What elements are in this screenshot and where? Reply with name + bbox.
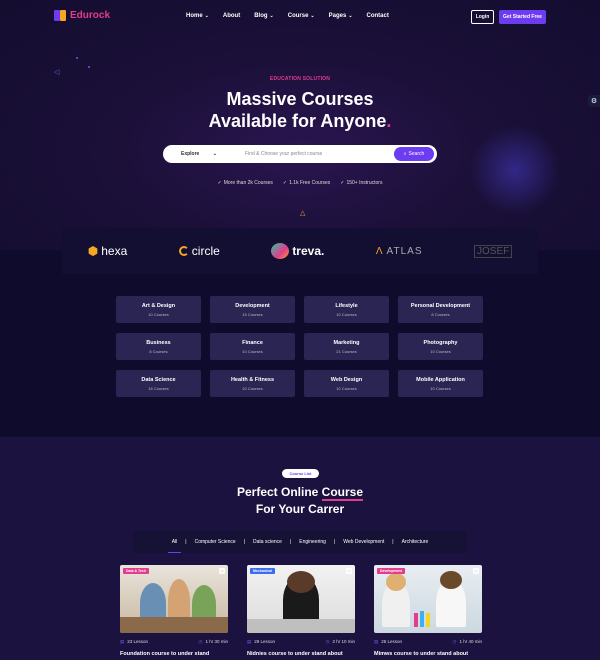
book-logo-icon (54, 10, 66, 21)
category-card[interactable]: Health & Fitness 10 Courses (210, 370, 295, 397)
nav-item-contact[interactable]: Contact (367, 13, 389, 19)
brand-logo-circle: circle (178, 244, 220, 258)
chevron-down-icon: ⌄ (310, 13, 315, 19)
dot-decoration (76, 57, 78, 59)
category-card[interactable]: Data Science 16 Courses (116, 370, 201, 397)
login-button[interactable]: Login (471, 10, 494, 24)
logo[interactable]: Edurock (54, 10, 110, 21)
course-section-title: Perfect Online Course For Your Carrer (236, 485, 364, 516)
course-thumbnail[interactable]: Data & Tech ♡ (120, 565, 228, 633)
check-icon: ✓ (217, 180, 222, 186)
brand-logo-josef: JOSEF (474, 244, 513, 258)
bookmark-icon[interactable]: ♡ (473, 568, 479, 574)
course-cards: Data & Tech ♡ ▤ 23 Lesson ◷ 1 hr 30 min Fo… (120, 565, 482, 660)
course-meta: ▤ 25 Lesson ◷ 1 hr 40 min (374, 639, 482, 644)
check-icon: ✓ (282, 180, 288, 186)
decorative-glow (470, 125, 560, 215)
clock-icon: ◷ (325, 639, 330, 644)
book-icon: ▤ (374, 639, 379, 644)
explore-select[interactable]: Explore ⌄ (181, 151, 217, 157)
clock-icon: ◷ (452, 639, 457, 644)
category-tag: Mechanical (250, 568, 275, 574)
triangle-decoration-icon: △ (300, 210, 306, 217)
hero-stats: ✓ More than 2k Courses ✓ 1.1k Free Courses… (0, 180, 600, 186)
course-card[interactable]: Mechanical ♡ ▤ 29 Lesson ◷ 2 hr 10 min Nid… (247, 565, 355, 660)
category-card[interactable]: Personal Development 8 Courses (398, 296, 483, 323)
divider: | (392, 539, 394, 545)
course-list-badge: Course List (282, 469, 319, 478)
category-card[interactable]: Finance 10 Courses (210, 333, 295, 360)
nav-item-home[interactable]: Home ⌄ (186, 13, 209, 19)
hexagon-icon: ⬢ (87, 244, 99, 258)
category-card[interactable]: Business 8 Courses (116, 333, 201, 360)
category-card[interactable]: Photography 10 Courses (398, 333, 483, 360)
a-mark-icon: Λ (375, 245, 384, 257)
nav-item-pages[interactable]: Pages ⌄ (329, 13, 353, 19)
main-nav: Home ⌄ About Blog ⌄ Course ⌄ Pages ⌄ Contact (186, 13, 389, 19)
bookmark-icon[interactable]: ♡ (219, 568, 225, 574)
dot-decoration (88, 66, 90, 68)
tab-engineering[interactable]: Engineering (299, 539, 326, 545)
brand-logo-treva: treva. (271, 243, 324, 259)
divider: | (289, 539, 292, 545)
bookmark-icon[interactable]: ♡ (346, 568, 352, 574)
check-icon: ✓ (340, 180, 345, 186)
tab-architecture[interactable]: Architecture (402, 539, 429, 545)
tab-all[interactable]: All (167, 539, 181, 553)
course-thumbnail[interactable]: Development ♡ (374, 565, 482, 633)
circle-icon (178, 246, 189, 256)
triangle-decoration-icon: ◁ (54, 69, 60, 76)
category-card[interactable]: Web Design 10 Courses (304, 370, 389, 397)
brand-logo-atlas: Λ ATLAS (375, 245, 423, 257)
course-meta: ▤ 29 Lesson ◷ 2 hr 10 min (247, 639, 355, 644)
tab-computer-science[interactable]: Computer Science (195, 539, 236, 545)
divider: | (333, 539, 336, 545)
category-card[interactable]: Mobile Application 10 Courses (398, 370, 483, 397)
course-title[interactable]: Foundation course to under stand (120, 651, 228, 657)
category-grid: Art & Design 10 Courses Development 15 Cou… (116, 296, 485, 397)
course-card[interactable]: Data & Tech ♡ ▤ 23 Lesson ◷ 1 hr 30 min Fo… (120, 565, 228, 660)
course-title[interactable]: Nidnies course to under stand about (247, 651, 355, 657)
course-thumbnail[interactable]: Mechanical ♡ (247, 565, 355, 633)
tab-web-development[interactable]: Web Development (343, 539, 384, 545)
nav-item-about[interactable]: About (223, 13, 240, 19)
category-card[interactable]: Marketing 21 Courses (304, 333, 389, 360)
site-header: Edurock Home ⌄ About Blog ⌄ Course ⌄ Pages ⌄… (0, 0, 600, 34)
course-title[interactable]: Mimws course to under stand about (374, 651, 482, 657)
chevron-down-icon: ⌄ (269, 13, 274, 19)
tab-data-science[interactable]: Data science (253, 539, 282, 545)
category-card[interactable]: Art & Design 10 Courses (116, 296, 201, 323)
brand-logo-hexa: ⬢ hexa (87, 244, 128, 258)
chevron-down-icon: ⌄ (348, 13, 353, 19)
stat-item: ✓ 1.1k Free Courses (282, 180, 331, 186)
chevron-down-icon: ⌄ (204, 13, 209, 19)
brand-logos-strip: ⬢ hexa circle treva. Λ ATLAS JOSEF (62, 228, 538, 274)
chevron-down-icon: ⌄ (212, 151, 217, 157)
category-card[interactable]: Lifestyle 10 Courses (304, 296, 389, 323)
hero-title: Massive Courses Available for Anyone. (208, 89, 392, 131)
course-meta: ▤ 23 Lesson ◷ 1 hr 30 min (120, 639, 228, 644)
divider: | (185, 539, 187, 545)
divider: | (243, 539, 246, 545)
search-icon: ⌕ (403, 151, 407, 157)
course-search-bar: Explore ⌄ Find & Choose your perfect cou… (163, 145, 437, 163)
search-button[interactable]: ⌕ Search (394, 147, 434, 161)
nav-item-blog[interactable]: Blog ⌄ (254, 13, 274, 19)
book-icon: ▤ (247, 639, 252, 644)
get-started-button[interactable]: Get Started Free (499, 10, 546, 24)
stat-item: ✓ 150+ Instructors (340, 180, 383, 186)
category-tag: Data & Tech (123, 568, 149, 574)
clock-icon: ◷ (198, 639, 203, 644)
category-tag: Development (377, 568, 405, 574)
hero-eyebrow: EDUCATION SOLUTION (269, 76, 331, 82)
search-input[interactable]: Find & Choose your perfect course (245, 151, 394, 157)
stat-item: ✓ More than 2k Courses (217, 180, 273, 186)
course-card[interactable]: Development ♡ ▤ 25 Lesson ◷ 1 hr 40 min Mi… (374, 565, 482, 660)
nav-item-course[interactable]: Course ⌄ (288, 13, 315, 19)
book-icon: ▤ (120, 639, 125, 644)
category-card[interactable]: Development 15 Courses (210, 296, 295, 323)
blob-icon (271, 243, 290, 259)
logo-text: Edurock (70, 10, 111, 21)
course-filter-tabs: All | Computer Science | Data science | … (133, 531, 467, 553)
